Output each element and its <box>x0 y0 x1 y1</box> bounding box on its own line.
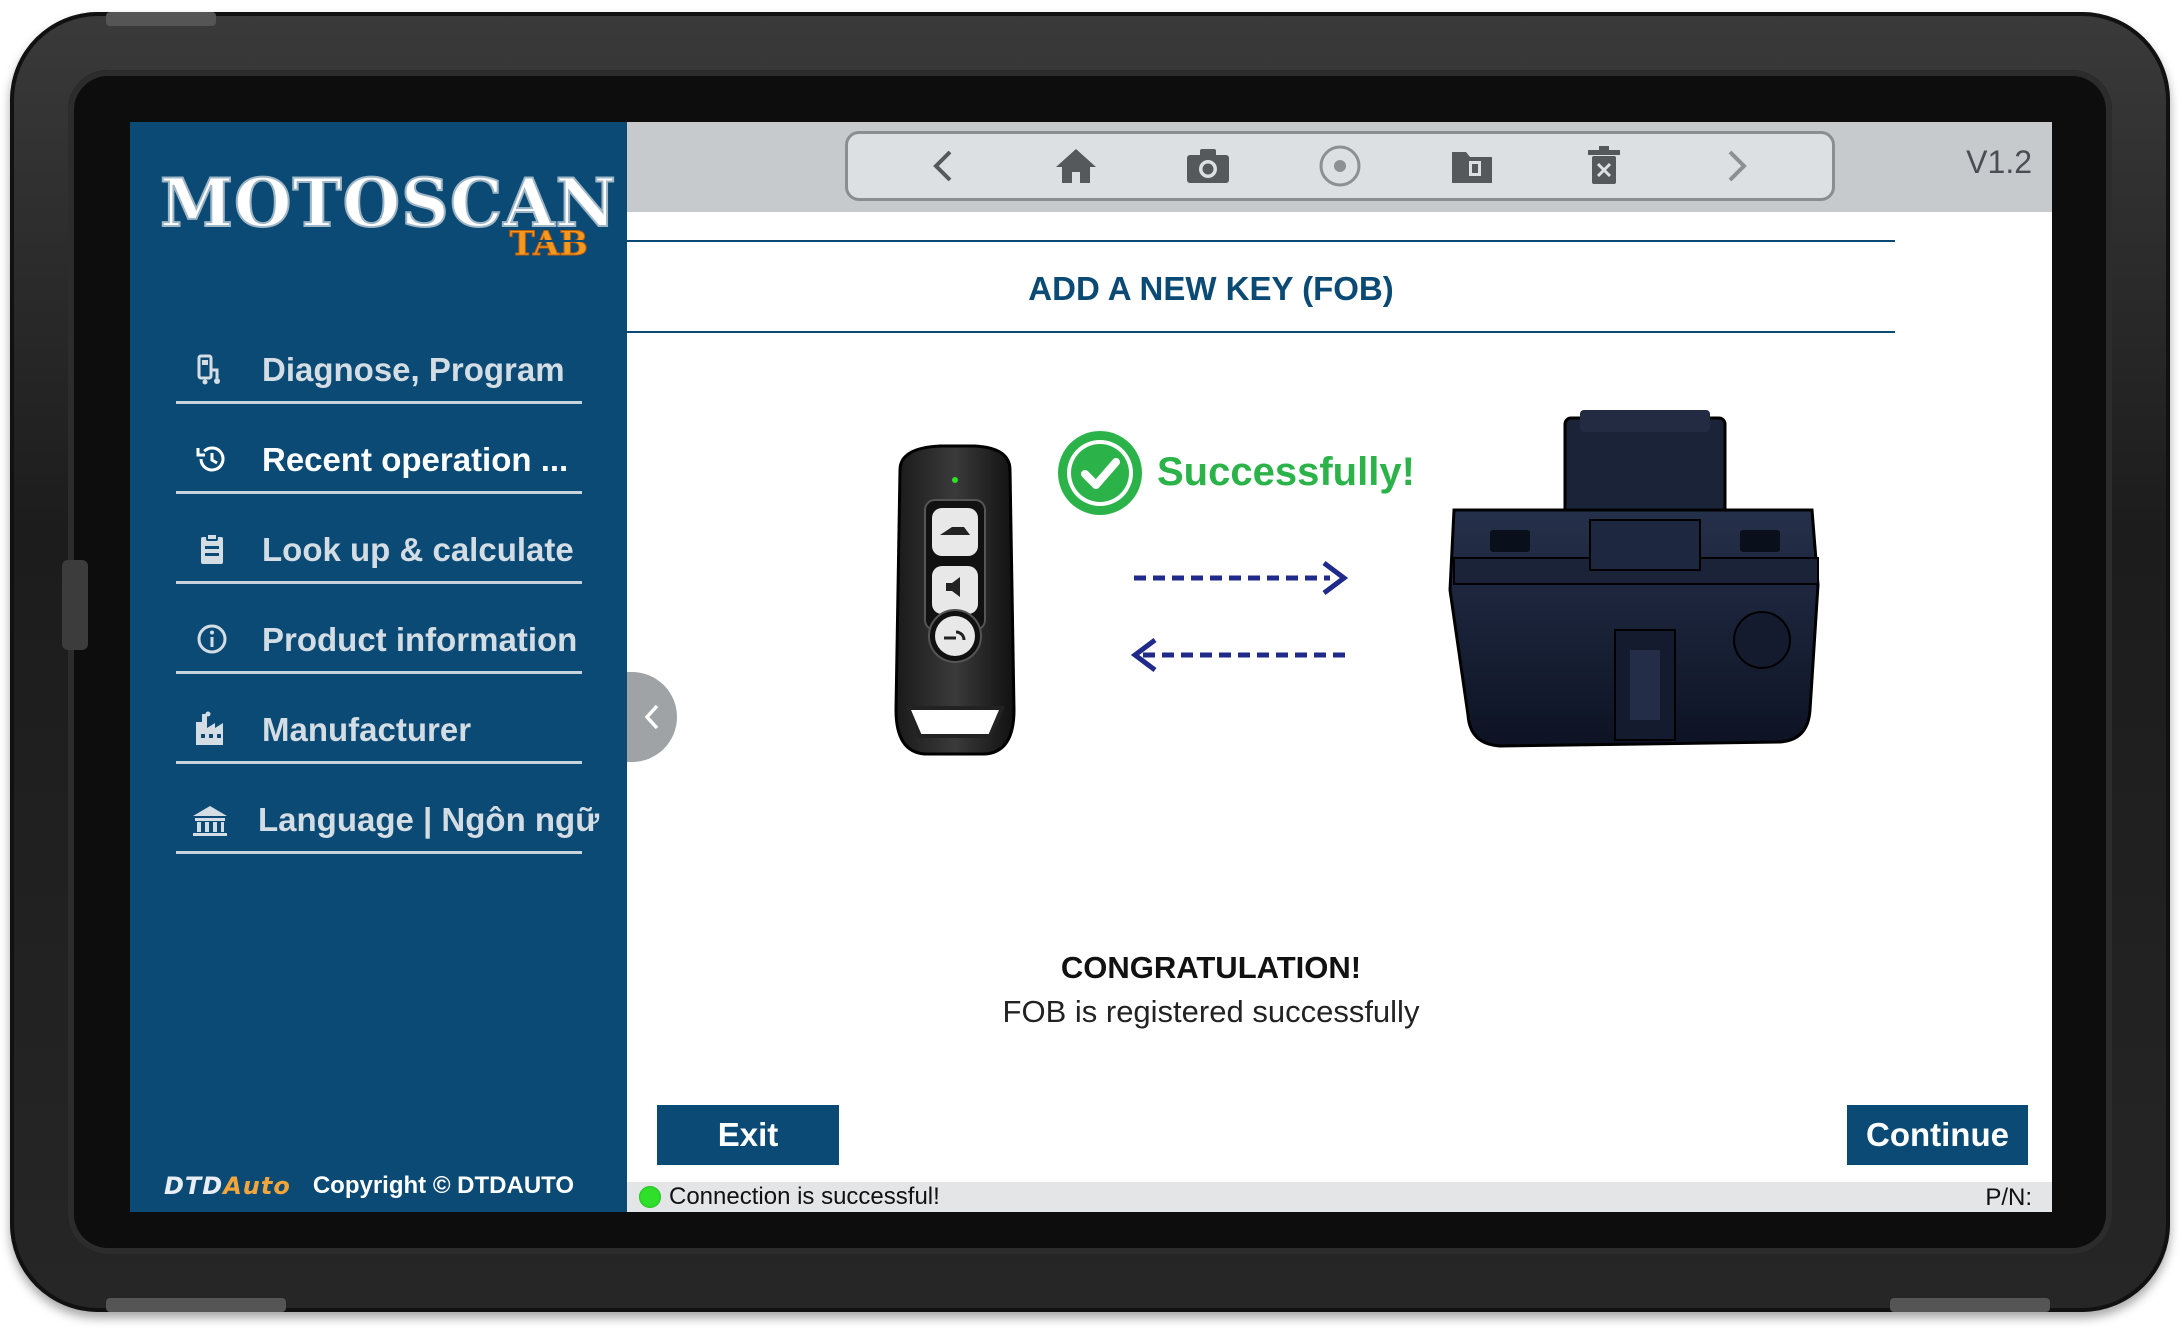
sidebar-item-product-info[interactable]: Product information <box>176 584 582 674</box>
back-button[interactable] <box>914 136 974 196</box>
exit-button[interactable]: Exit <box>657 1105 839 1165</box>
sidebar-item-label: Product information <box>262 621 578 658</box>
sidebar-menu: Diagnose, Program Recent operation ... L… <box>176 314 599 854</box>
connection-status-text: Connection is successful! <box>669 1183 940 1210</box>
sidebar-footer: DTDAuto Copyright © DTDAUTO <box>164 1172 574 1200</box>
dtdauto-logo-part1: DTD <box>164 1172 224 1200</box>
sidebar-item-label: Diagnose, Program <box>262 351 565 388</box>
forward-icon <box>1728 150 1747 182</box>
page-title: ADD A NEW KEY (FOB) <box>1028 270 1394 307</box>
back-icon <box>933 150 952 182</box>
dtdauto-logo: DTDAuto <box>164 1172 291 1200</box>
bumper-grip-bottom-right <box>1890 1298 2050 1312</box>
continue-button[interactable]: Continue <box>1847 1105 2028 1165</box>
sidebar-item-lookup[interactable]: Look up & calculate <box>176 494 582 584</box>
congratulation-title: CONGRATULATION! <box>1060 950 1362 985</box>
congratulation-message: FOB is registered successfully <box>1002 994 1420 1029</box>
chevron-left-icon <box>644 704 659 730</box>
delete-button[interactable] <box>1574 136 1634 196</box>
sidebar-item-diagnose[interactable]: Diagnose, Program <box>176 314 582 404</box>
bumper-grip-bottom <box>106 1298 286 1312</box>
top-toolbar: V1.2 <box>627 122 2052 212</box>
sidebar-item-language[interactable]: Language | Ngôn ngữ <box>176 764 599 854</box>
title-rule-top <box>527 240 1895 242</box>
ecu-module-image <box>1448 410 1820 748</box>
sidebar-collapse-button[interactable] <box>627 672 677 762</box>
home-button[interactable] <box>1046 136 1106 196</box>
home-icon <box>1056 149 1096 183</box>
app-logo: MOTOSCAN TAB <box>159 163 617 274</box>
receive-arrow-icon <box>1130 638 1351 672</box>
connection-status-indicator <box>639 1186 661 1208</box>
history-icon <box>190 437 234 481</box>
success-check-icon <box>1058 431 1142 515</box>
folder-icon <box>1452 152 1492 183</box>
info-icon <box>190 617 234 661</box>
sidebar-item-label: Language | Ngôn ngữ <box>258 801 600 838</box>
factory-icon <box>190 707 234 751</box>
success-label: Successfully! <box>1157 450 1415 494</box>
status-bar: Connection is successful! P/N: <box>627 1182 2052 1212</box>
screenshot-button[interactable] <box>1178 136 1238 196</box>
bumper-grip-top <box>106 12 216 26</box>
sidebar-item-recent-operation[interactable]: Recent operation ... <box>176 404 582 494</box>
diagnose-icon <box>190 347 234 391</box>
key-fob-image <box>894 444 1016 756</box>
title-rule-bottom <box>527 331 1895 333</box>
delete-icon <box>1588 146 1620 184</box>
camera-icon <box>1187 149 1229 183</box>
transmit-arrow-icon <box>1134 561 1349 595</box>
logo-sub-text: TAB <box>509 224 589 265</box>
copyright-text: Copyright © DTDAUTO <box>312 1172 575 1199</box>
dtdauto-logo-part2: Auto <box>223 1172 291 1200</box>
toolbar-button-group <box>845 131 1835 201</box>
language-icon <box>190 797 230 841</box>
forward-button[interactable] <box>1706 136 1766 196</box>
folder-button[interactable] <box>1442 136 1502 196</box>
record-button[interactable] <box>1310 136 1370 196</box>
record-icon <box>1319 145 1361 187</box>
sidebar-item-manufacturer[interactable]: Manufacturer <box>176 674 582 764</box>
part-number-label: P/N: <box>1985 1184 2032 1211</box>
side-button <box>62 560 88 650</box>
sidebar-item-label: Manufacturer <box>262 711 472 748</box>
sidebar-item-label: Recent operation ... <box>262 441 569 478</box>
clipboard-icon <box>190 527 234 571</box>
app-version: V1.2 <box>1966 144 2032 180</box>
sidebar-item-label: Look up & calculate <box>262 531 574 568</box>
